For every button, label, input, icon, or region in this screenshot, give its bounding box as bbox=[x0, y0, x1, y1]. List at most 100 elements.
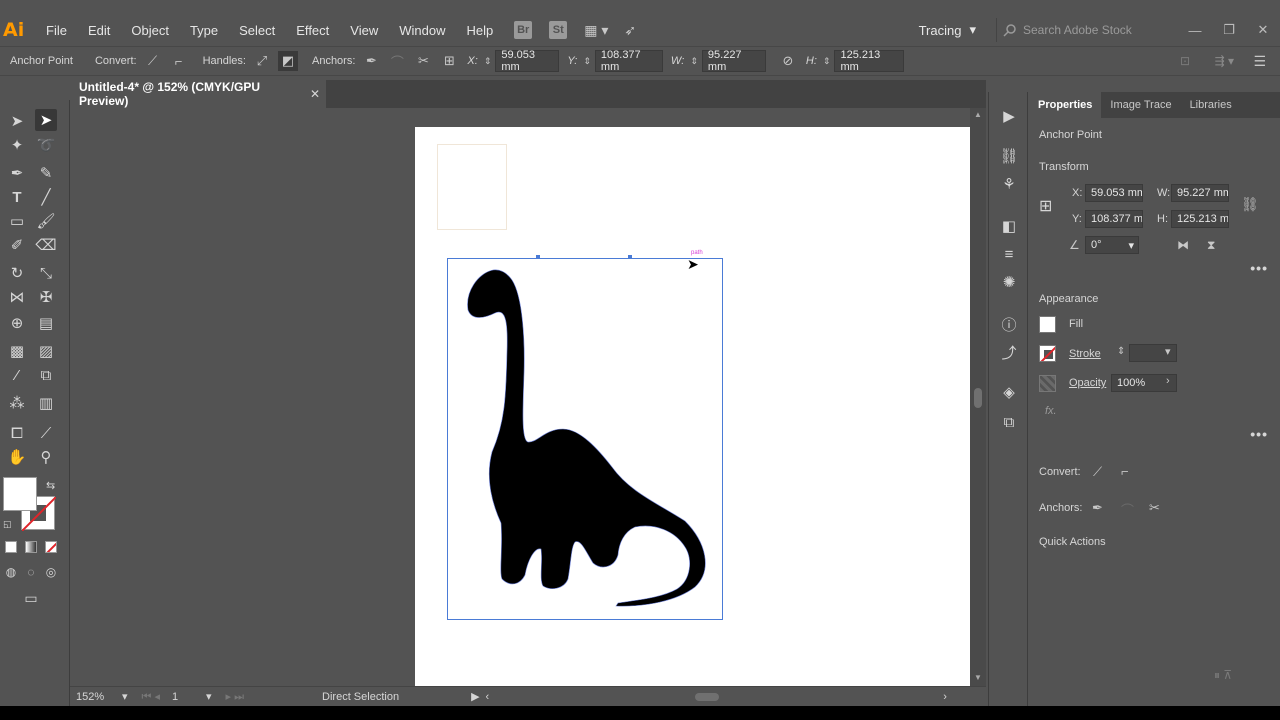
restore-icon[interactable]: ❐ bbox=[1212, 22, 1246, 38]
puppet-warp-tool-icon[interactable]: ✠ bbox=[35, 286, 57, 308]
dinosaur-artwork[interactable] bbox=[415, 127, 970, 686]
transform-x-field[interactable]: 59.053 mm bbox=[1085, 184, 1143, 202]
close-tab-icon[interactable]: ✕ bbox=[310, 87, 320, 101]
shaper-tool-icon[interactable]: ✐ bbox=[6, 234, 28, 256]
perspective-grid-tool-icon[interactable]: ▤ bbox=[35, 312, 57, 334]
chevron-right-icon[interactable]: › bbox=[1166, 375, 1170, 387]
slice-tool-icon[interactable]: ⟋ bbox=[35, 422, 57, 444]
menu-type[interactable]: Type bbox=[190, 23, 218, 38]
menu-view[interactable]: View bbox=[350, 23, 378, 38]
scroll-up-icon[interactable]: ▲ bbox=[974, 110, 982, 119]
more-options-icon[interactable]: ••• bbox=[1250, 260, 1268, 276]
stroke-weight-dropdown-icon[interactable]: ▾ bbox=[1165, 345, 1171, 358]
mesh-tool-icon[interactable]: ▩ bbox=[6, 340, 28, 362]
scroll-thumb[interactable] bbox=[974, 388, 982, 408]
stroke-swatch[interactable] bbox=[1039, 345, 1056, 362]
artboard-number[interactable]: 1 bbox=[172, 691, 206, 703]
remove-anchor-icon[interactable]: ✒ bbox=[361, 51, 381, 71]
artboard[interactable]: path ➤ bbox=[415, 127, 970, 686]
workspace-switcher[interactable]: Tracing ▾ bbox=[919, 22, 976, 38]
color-mode-icon[interactable] bbox=[5, 541, 17, 553]
scroll-right-icon[interactable]: › bbox=[943, 691, 947, 703]
zoom-level[interactable]: 152% bbox=[76, 691, 116, 703]
eraser-tool-icon[interactable]: ⌫ bbox=[35, 234, 57, 256]
gradient-tool-icon[interactable]: ▨ bbox=[35, 340, 57, 362]
close-window-icon[interactable]: ✕ bbox=[1246, 22, 1280, 38]
show-handles-icon[interactable]: ⤢ bbox=[252, 51, 272, 71]
h-field[interactable]: 125.213 mm bbox=[834, 49, 905, 73]
actions-play-icon[interactable]: ▶ bbox=[999, 106, 1019, 126]
shape-builder-tool-icon[interactable]: ⊕ bbox=[6, 312, 28, 334]
isolate-icon[interactable]: ⊡ bbox=[1180, 54, 1190, 68]
paintbrush-tool-icon[interactable]: 🖌 bbox=[35, 210, 57, 232]
fill-swatch[interactable] bbox=[1039, 316, 1056, 333]
status-menu-icon[interactable]: ▶ bbox=[471, 690, 479, 703]
align-icon[interactable]: ⇶ ▾ bbox=[1215, 54, 1234, 68]
flip-vertical-icon[interactable]: ⧗ bbox=[1207, 238, 1215, 253]
x-field[interactable]: 59.053 mm bbox=[495, 49, 560, 73]
constrain-proportions-icon[interactable]: ⛓ bbox=[1241, 196, 1259, 213]
appearance-icon[interactable]: ✺ bbox=[999, 272, 1019, 292]
stroke-panel-icon[interactable]: ≡ bbox=[999, 244, 1019, 264]
cut-path-icon[interactable]: ✂ bbox=[1149, 500, 1160, 516]
fill-swatch[interactable] bbox=[3, 477, 37, 511]
screen-mode-icon[interactable]: ▭ bbox=[20, 587, 42, 609]
scroll-left-icon[interactable]: ‹ bbox=[486, 691, 490, 703]
artboard-tool-icon[interactable]: ⧠ bbox=[6, 422, 28, 444]
draw-normal-icon[interactable]: ◍ bbox=[0, 561, 22, 583]
constrain-link-icon[interactable]: ⊘ bbox=[778, 51, 798, 71]
menu-list-icon[interactable]: ☰ bbox=[1253, 53, 1266, 70]
stroke-weight-stepper-icon[interactable]: ⇕ bbox=[1117, 346, 1125, 357]
artboards-icon[interactable]: ⧉ bbox=[999, 412, 1019, 432]
width-tool-icon[interactable]: ⋈ bbox=[6, 286, 28, 308]
reference-point-icon[interactable]: ⊞ bbox=[439, 51, 459, 71]
remove-anchor-icon[interactable]: ✒ bbox=[1092, 500, 1103, 516]
rotate-tool-icon[interactable]: ↻ bbox=[6, 262, 28, 284]
info-icon[interactable]: ⓘ bbox=[999, 314, 1019, 334]
rotate-angle-field[interactable]: 0° ▾ bbox=[1085, 236, 1139, 254]
gpu-performance-icon[interactable]: ➶ bbox=[624, 22, 636, 39]
links-icon[interactable]: ⛓ bbox=[999, 146, 1019, 166]
reference-point-icon[interactable]: ⊞ bbox=[1039, 196, 1052, 216]
chevron-down-icon[interactable]: ▾ bbox=[1128, 239, 1134, 252]
transform-h-field[interactable]: 125.213 mi bbox=[1171, 210, 1229, 228]
symbol-sprayer-tool-icon[interactable]: ⁂ bbox=[6, 392, 28, 414]
lasso-tool-icon[interactable]: ➰ bbox=[35, 134, 57, 156]
search-input[interactable]: Search Adobe Stock bbox=[1023, 23, 1132, 37]
eyedropper-tool-icon[interactable]: ⁄ bbox=[6, 364, 28, 386]
convert-to-corner-icon[interactable]: ⟋ bbox=[143, 51, 163, 71]
puppet-icon[interactable]: ⚘ bbox=[999, 174, 1019, 194]
none-mode-icon[interactable] bbox=[45, 541, 57, 553]
swap-fill-stroke-icon[interactable]: ⇆ bbox=[46, 479, 55, 492]
scale-tool-icon[interactable]: ⤡ bbox=[35, 262, 57, 284]
minimize-icon[interactable]: — bbox=[1178, 23, 1212, 38]
y-stepper-icon[interactable]: ⇕ bbox=[583, 56, 591, 67]
draw-behind-icon[interactable]: ◌ bbox=[20, 561, 42, 583]
transform-w-field[interactable]: 95.227 mm bbox=[1171, 184, 1229, 202]
menu-window[interactable]: Window bbox=[399, 23, 445, 38]
cut-path-icon[interactable]: ✂ bbox=[413, 51, 433, 71]
appearance-more-options-icon[interactable]: ••• bbox=[1250, 426, 1268, 442]
w-field[interactable]: 95.227 mm bbox=[701, 49, 766, 73]
blend-tool-icon[interactable]: ⧉ bbox=[35, 364, 57, 386]
menu-select[interactable]: Select bbox=[239, 23, 275, 38]
column-graph-tool-icon[interactable]: ▥ bbox=[35, 392, 57, 414]
curvature-tool-icon[interactable]: ✎ bbox=[35, 162, 57, 184]
layers-icon[interactable]: ◈ bbox=[999, 382, 1019, 402]
connect-anchor-icon[interactable]: ⌒ bbox=[387, 51, 407, 71]
y-field[interactable]: 108.377 mm bbox=[594, 49, 663, 73]
connect-anchor-icon[interactable]: ⌒ bbox=[1121, 500, 1134, 519]
magic-wand-tool-icon[interactable]: ✦ bbox=[6, 134, 28, 156]
menu-file[interactable]: File bbox=[46, 23, 67, 38]
arrange-documents-icon[interactable]: ▦ ▾ bbox=[584, 22, 608, 39]
zoom-dropdown-icon[interactable]: ▾ bbox=[122, 690, 128, 703]
pen-tool-icon[interactable]: ✒ bbox=[6, 162, 28, 184]
draw-inside-icon[interactable]: ◎ bbox=[40, 561, 62, 583]
horizontal-scroll-thumb[interactable] bbox=[695, 692, 720, 701]
tab-image-trace[interactable]: Image Trace bbox=[1101, 92, 1180, 118]
vertical-scrollbar[interactable]: ▲ ▼ bbox=[970, 108, 986, 686]
menu-edit[interactable]: Edit bbox=[88, 23, 110, 38]
menu-object[interactable]: Object bbox=[131, 23, 169, 38]
direct-selection-tool-icon[interactable]: ➤ bbox=[35, 109, 57, 131]
hide-handles-icon[interactable]: ◩ bbox=[277, 51, 298, 71]
